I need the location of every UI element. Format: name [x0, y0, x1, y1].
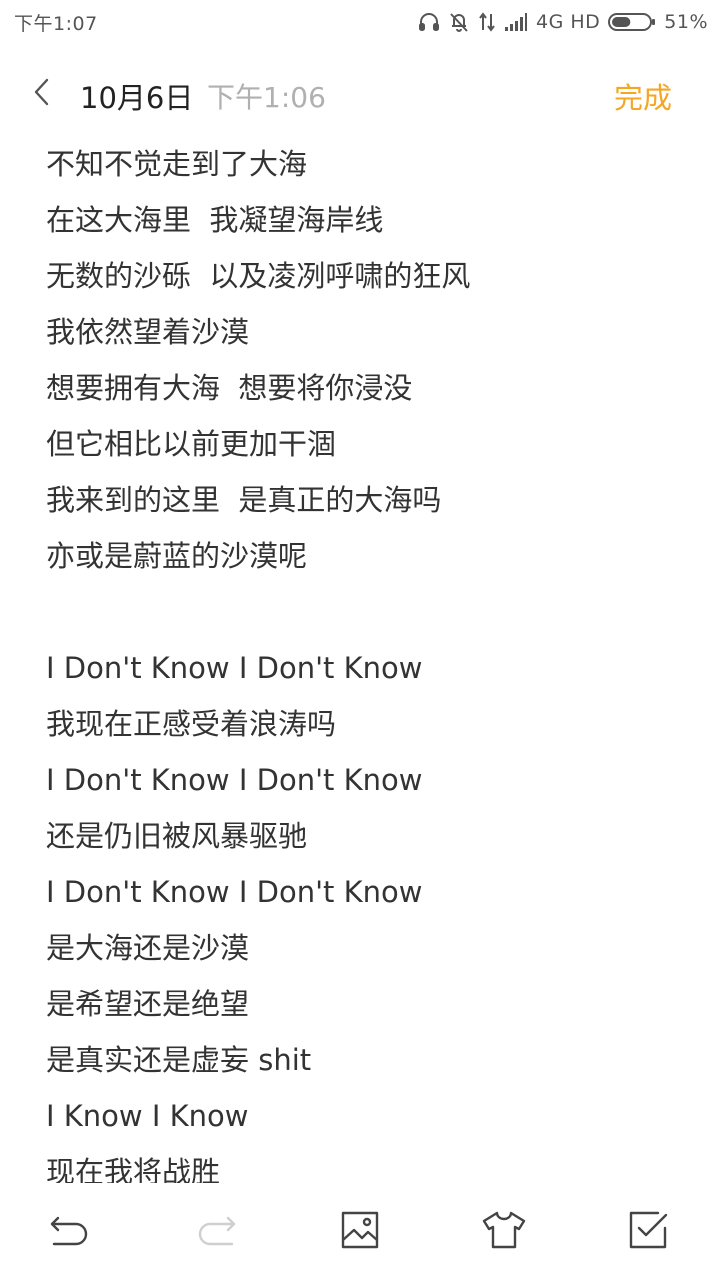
- note-line: 但它相比以前更加干涸: [46, 427, 337, 461]
- note-line: 我依然望着沙漠: [46, 315, 250, 349]
- note-line: 还是仍旧被风暴驱驰: [46, 819, 308, 853]
- note-line: 在这大海里 我凝望海岸线: [46, 203, 384, 237]
- done-button[interactable]: 完成: [614, 75, 672, 117]
- editor-toolbar: [0, 1196, 720, 1266]
- note-date: 10月6日: [80, 81, 194, 115]
- note-time: 下午1:06: [207, 81, 326, 114]
- note-line: 我现在正感受着浪涛吗: [46, 707, 337, 741]
- note-line: 我来到的这里 是真正的大海吗: [46, 483, 442, 517]
- status-bar: 下午1:07 4G HD 51%: [0, 0, 720, 44]
- note-line: I Don't Know I Don't Know: [46, 875, 423, 909]
- note-editor[interactable]: 不知不觉走到了大海在这大海里 我凝望海岸线无数的沙砾 以及凌冽呼啸的狂风 我依然望…: [46, 136, 686, 1183]
- note-line: 亦或是蔚蓝的沙漠呢: [46, 539, 308, 573]
- chevron-left-icon: [30, 77, 54, 111]
- note-line: 是大海还是沙漠: [46, 931, 250, 965]
- battery-percent: 51%: [664, 11, 708, 33]
- mute-icon: [448, 11, 470, 33]
- data-transfer-icon: [478, 11, 496, 33]
- status-time: 下午1:07: [14, 12, 98, 35]
- note-line: I Know I Know: [46, 1099, 249, 1133]
- note-line: 不知不觉走到了大海: [46, 147, 308, 181]
- undo-button[interactable]: [46, 1208, 94, 1256]
- note-line: 无数的沙砾 以及凌冽呼啸的狂风: [46, 259, 471, 293]
- image-icon: [340, 1210, 380, 1254]
- headset-icon: [418, 11, 440, 33]
- battery-icon: [608, 11, 656, 33]
- redo-icon: [194, 1212, 238, 1252]
- redo-button[interactable]: [192, 1208, 240, 1256]
- note-line: 想要拥有大海 想要将你浸没: [46, 371, 413, 405]
- insert-image-button[interactable]: [336, 1208, 384, 1256]
- note-line: 是真实还是虚妄 shit: [46, 1043, 312, 1077]
- checklist-button[interactable]: [624, 1208, 672, 1256]
- back-button[interactable]: [22, 74, 62, 114]
- note-blank-line: [46, 584, 686, 640]
- signal-icon: [504, 12, 528, 32]
- undo-icon: [48, 1212, 92, 1252]
- note-line: I Don't Know I Don't Know: [46, 651, 423, 685]
- note-header: 10月6日 下午1:06 完成: [0, 66, 720, 122]
- checkbox-icon: [628, 1210, 668, 1254]
- network-type: 4G HD: [535, 11, 601, 33]
- note-line: I Don't Know I Don't Know: [46, 763, 423, 797]
- note-line: 是希望还是绝望: [46, 987, 250, 1021]
- theme-button[interactable]: [480, 1208, 528, 1256]
- note-line: 现在我将战胜: [46, 1155, 221, 1183]
- tshirt-icon: [481, 1210, 527, 1254]
